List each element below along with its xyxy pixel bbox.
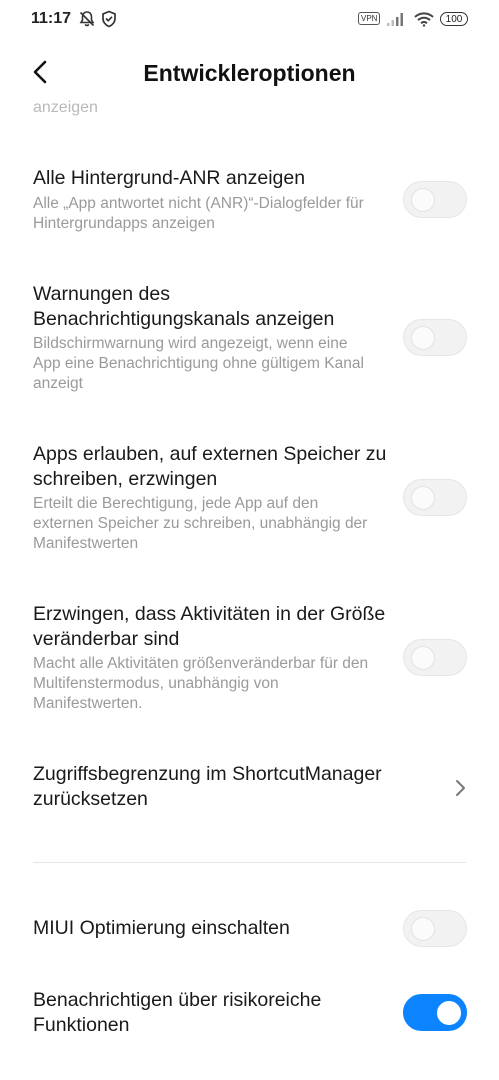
setting-force-resizable-activities[interactable]: Erzwingen, dass Aktivitäten in der Größe…	[0, 594, 499, 724]
background-anr-toggle[interactable]	[403, 181, 467, 218]
page-title: Entwickleroptionen	[143, 60, 356, 86]
setting-title: MIUI Optimierung einschalten	[33, 917, 290, 939]
status-bar: 11:17 VPN 100	[0, 0, 499, 40]
setting-title: Erzwingen, dass Aktivitäten in der Größe…	[33, 603, 386, 650]
setting-summary: Erteilt die Berechtigung, jede App auf d…	[33, 495, 368, 552]
cutoff-summary: anzeigen	[33, 99, 98, 116]
setting-risky-features-notify[interactable]: Benachrichtigen über risikoreiche Funkti…	[0, 980, 499, 1050]
risky-features-toggle[interactable]	[403, 994, 467, 1031]
shield-icon	[101, 10, 117, 33]
setting-title: Warnungen des Benachrichtigungskanals an…	[33, 283, 335, 330]
toggle-knob	[411, 486, 435, 510]
signal-icon	[386, 11, 406, 32]
setting-miui-optimization[interactable]: MIUI Optimierung einschalten	[0, 900, 499, 956]
setting-force-external-storage[interactable]: Apps erlauben, auf externen Speicher zu …	[0, 434, 499, 564]
section-divider	[33, 862, 466, 863]
force-resizable-activities-toggle[interactable]	[403, 639, 467, 676]
miui-optimization-toggle[interactable]	[403, 910, 467, 947]
status-time: 11:17	[31, 10, 72, 27]
setting-reset-shortcutmanager[interactable]: Zugriffsbegrenzung im ShortcutManager zu…	[0, 754, 499, 834]
setting-title: Alle Hintergrund-ANR anzeigen	[33, 167, 306, 189]
toggle-knob	[411, 917, 435, 941]
toggle-knob	[411, 646, 435, 670]
vpn-badge: VPN	[358, 12, 381, 25]
setting-summary: Macht alle Aktivitäten größenveränderbar…	[33, 655, 369, 712]
notification-channel-warnings-toggle[interactable]	[403, 319, 467, 356]
battery-indicator: 100	[440, 12, 468, 26]
settings-list[interactable]: anzeigen Alle Hintergrund-ANR anzeigen A…	[0, 96, 499, 1080]
setting-title: Benachrichtigen über risikoreiche Funkti…	[33, 989, 322, 1036]
setting-title: Apps erlauben, auf externen Speicher zu …	[33, 443, 387, 490]
toggle-knob	[411, 326, 435, 350]
toggle-knob	[437, 1001, 461, 1025]
toggle-knob	[411, 188, 435, 212]
force-external-storage-toggle[interactable]	[403, 479, 467, 516]
chevron-right-icon	[453, 777, 469, 799]
setting-notification-channel-warnings[interactable]: Warnungen des Benachrichtigungskanals an…	[0, 274, 499, 404]
setting-summary: Bildschirmwarnung wird angezeigt, wenn e…	[33, 335, 364, 392]
setting-title: Zugriffsbegrenzung im ShortcutManager zu…	[33, 763, 382, 810]
notifications-off-icon	[78, 10, 96, 33]
setting-summary: Alle „App antwortet nicht (ANR)“-Dialogf…	[33, 195, 364, 232]
setting-show-background-anr[interactable]: Alle Hintergrund-ANR anzeigen Alle „App …	[0, 154, 499, 254]
wifi-icon	[413, 11, 435, 32]
